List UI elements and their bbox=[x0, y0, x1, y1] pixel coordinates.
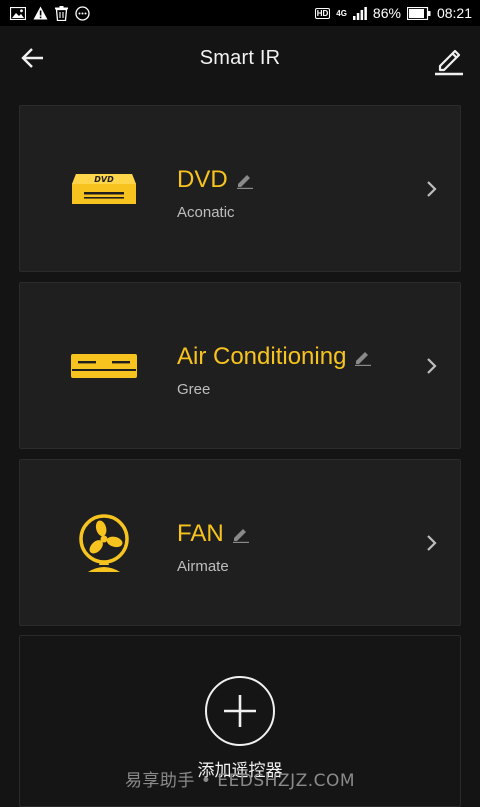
clock: 08:21 bbox=[436, 5, 472, 21]
device-name-row: Air Conditioning bbox=[177, 343, 372, 371]
plus-icon bbox=[224, 695, 256, 727]
status-bar-right: HD 4G 86% 08:21 bbox=[314, 5, 480, 21]
pencil-icon[interactable] bbox=[354, 348, 372, 366]
device-name: Air Conditioning bbox=[177, 343, 347, 370]
chevron-right-icon[interactable] bbox=[426, 534, 438, 552]
device-card-air-conditioning[interactable]: Air Conditioning Gree bbox=[19, 282, 461, 449]
back-arrow-icon[interactable] bbox=[20, 46, 46, 70]
battery-icon bbox=[406, 6, 431, 20]
device-card-dvd[interactable]: DVD DVD Aconatic bbox=[19, 105, 461, 272]
edit-icon[interactable] bbox=[432, 42, 466, 76]
device-brand: Aconatic bbox=[177, 204, 235, 221]
fan-icon bbox=[79, 513, 129, 572]
device-brand: Airmate bbox=[177, 558, 229, 575]
trash-icon bbox=[55, 5, 68, 21]
status-bar: HD 4G 86% 08:21 bbox=[0, 0, 480, 26]
pencil-icon[interactable] bbox=[236, 171, 254, 189]
warning-icon bbox=[33, 6, 48, 20]
image-icon bbox=[10, 6, 26, 20]
add-remote-button[interactable] bbox=[205, 676, 275, 746]
device-name-row: DVD bbox=[177, 166, 254, 194]
network-type: 4G bbox=[336, 8, 347, 18]
device-name: FAN bbox=[177, 520, 224, 547]
chevron-right-icon[interactable] bbox=[426, 180, 438, 198]
signal-icon bbox=[352, 6, 367, 20]
hd-indicator: HD bbox=[314, 7, 331, 19]
page-title: Smart IR bbox=[199, 46, 281, 69]
device-brand: Gree bbox=[177, 381, 211, 398]
chat-icon bbox=[75, 5, 90, 21]
status-bar-left bbox=[0, 5, 90, 21]
pencil-icon[interactable] bbox=[232, 525, 250, 543]
air-conditioner-icon bbox=[71, 353, 137, 378]
watermark: 易享助手 • EEDSHZJZ.COM bbox=[124, 771, 356, 791]
chevron-right-icon[interactable] bbox=[426, 357, 438, 375]
dvd-player-icon: DVD bbox=[72, 173, 136, 204]
device-name-row: FAN bbox=[177, 520, 250, 548]
device-card-fan[interactable]: FAN Airmate bbox=[19, 459, 461, 626]
dvd-logo: DVD bbox=[94, 175, 114, 184]
battery-percent: 86% bbox=[372, 5, 401, 21]
app-header: Smart IR bbox=[0, 26, 480, 90]
device-name: DVD bbox=[177, 166, 228, 193]
